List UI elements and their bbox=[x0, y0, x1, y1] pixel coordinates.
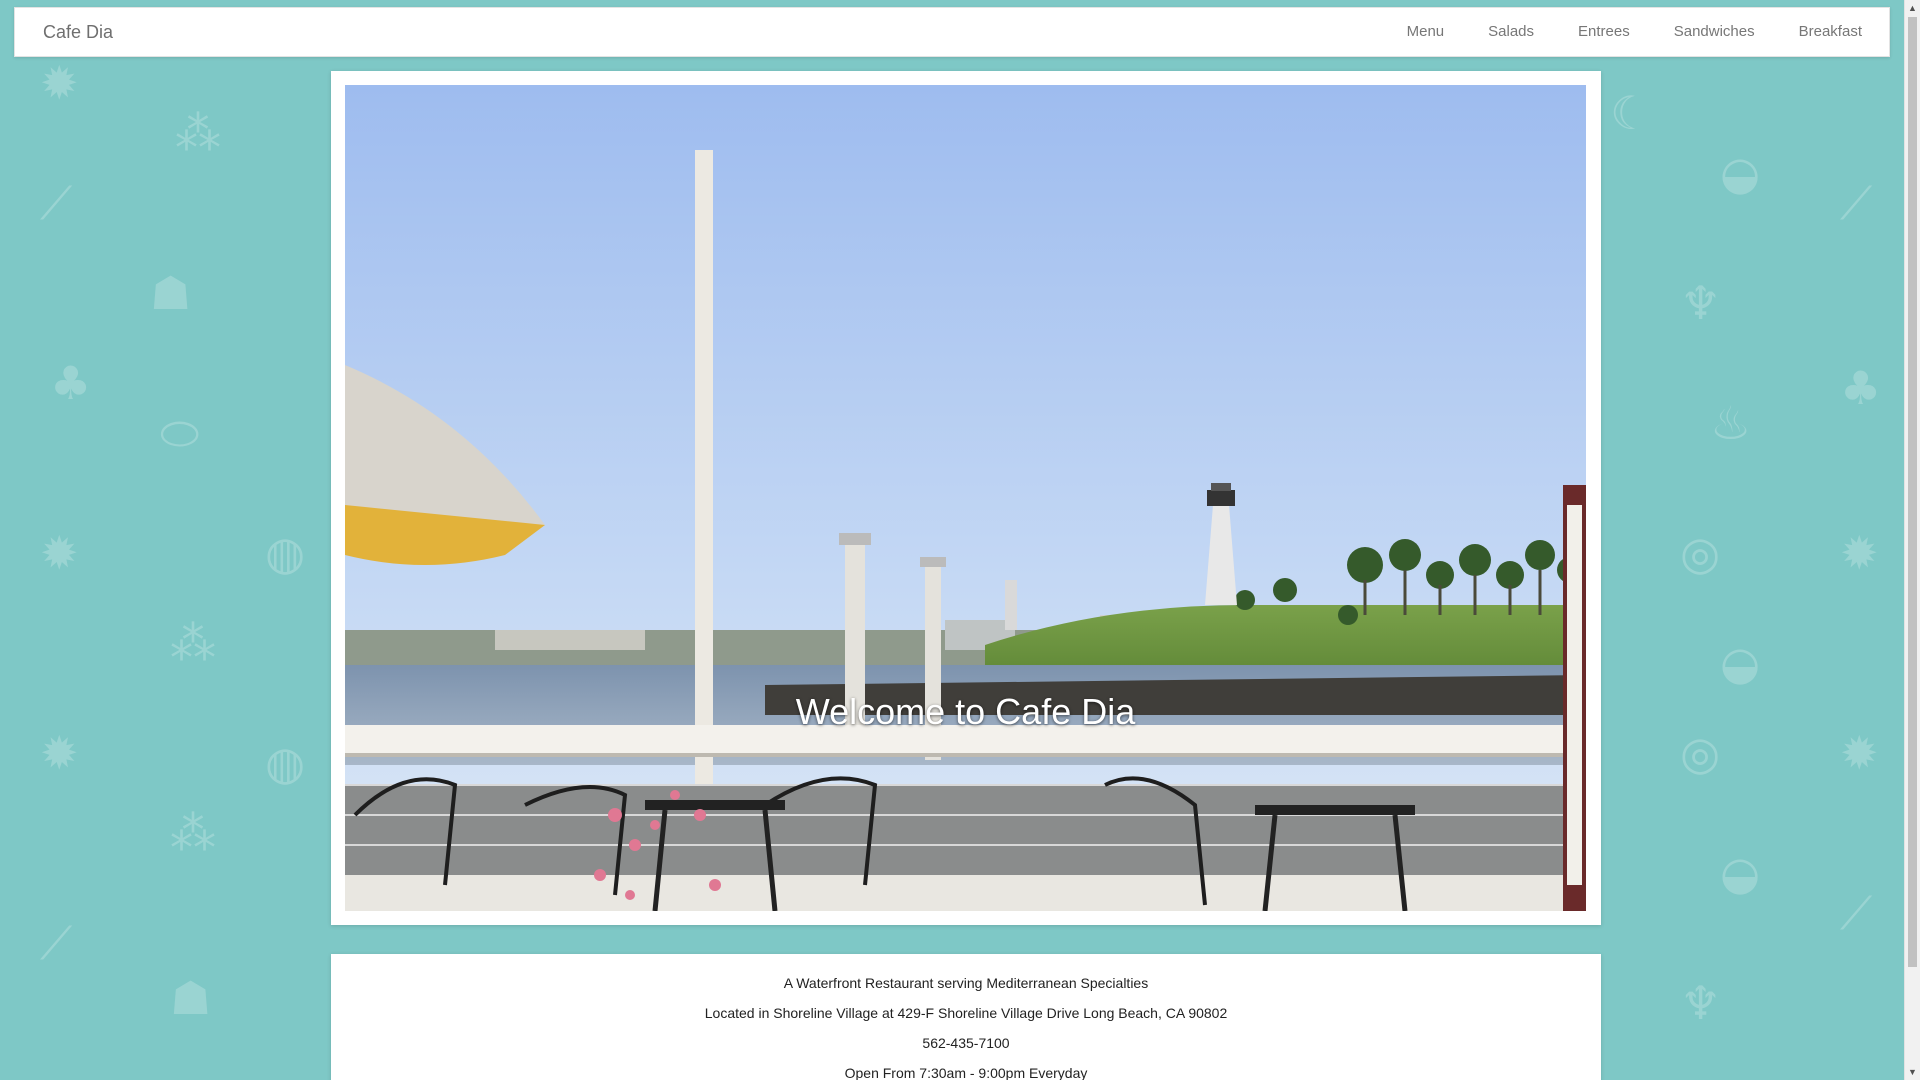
location-text: Located in Shoreline Village at 429-F Sh… bbox=[704, 1005, 1228, 1021]
pineapple-icon: ✹ bbox=[40, 526, 79, 580]
nav-item-menu[interactable]: Menu bbox=[1407, 8, 1445, 56]
grill-icon: ♨ bbox=[1710, 396, 1752, 450]
waterfront-patio-photo bbox=[345, 85, 1586, 911]
grapes-icon: ⁂ bbox=[170, 616, 216, 670]
pineapple-icon: ✹ bbox=[40, 726, 79, 780]
scroll-down-arrow-icon[interactable]: ▼ bbox=[1905, 1064, 1920, 1080]
turkey-icon: ☗ bbox=[150, 266, 192, 320]
turkey-icon: ☗ bbox=[170, 971, 212, 1025]
phone-text: 562-435-7100 bbox=[922, 1035, 1010, 1051]
grapes-icon: ⁂ bbox=[175, 106, 221, 160]
brand-link[interactable]: Cafe Dia bbox=[43, 8, 113, 56]
donut-icon: ◎ bbox=[1680, 726, 1721, 780]
hero-card: Welcome to Cafe Dia bbox=[331, 71, 1601, 925]
banana-icon: ☾ bbox=[1610, 86, 1652, 140]
hero-image: Welcome to Cafe Dia bbox=[345, 85, 1586, 911]
nav-item-salads[interactable]: Salads bbox=[1488, 8, 1534, 56]
wine-glass-icon: ♆ bbox=[1680, 976, 1722, 1030]
grapes-icon: ⁂ bbox=[170, 806, 216, 860]
pineapple-icon: ✹ bbox=[40, 56, 79, 110]
nav-item-entrees[interactable]: Entrees bbox=[1578, 8, 1630, 56]
nav-menu: Menu Salads Entrees Sandwiches Breakfast bbox=[1407, 8, 1889, 56]
scroll-thumb[interactable] bbox=[1908, 17, 1917, 967]
nav-item-sandwiches[interactable]: Sandwiches bbox=[1674, 8, 1755, 56]
carrot-icon: ⟋ bbox=[1840, 886, 1873, 940]
wine-glass-icon: ♆ bbox=[1680, 276, 1722, 330]
donut-icon: ◎ bbox=[1680, 526, 1721, 580]
cherries-icon: ♣ bbox=[50, 356, 92, 410]
carrot-icon: ⟋ bbox=[40, 916, 73, 970]
info-card: A Waterfront Restaurant serving Mediterr… bbox=[331, 954, 1601, 1080]
scroll-up-arrow-icon[interactable]: ▲ bbox=[1905, 0, 1920, 16]
cherries-icon: ♣ bbox=[1840, 361, 1882, 415]
watermelon-icon: ◍ bbox=[265, 736, 306, 790]
carrot-icon: ⟋ bbox=[40, 176, 73, 230]
pineapple-icon: ✹ bbox=[1840, 726, 1879, 780]
watermelon-icon: ◍ bbox=[265, 526, 306, 580]
pineapple-icon: ✹ bbox=[1840, 526, 1879, 580]
carrot-icon: ⟋ bbox=[1840, 176, 1873, 230]
hero-caption: Welcome to Cafe Dia bbox=[795, 691, 1136, 732]
nav-item-breakfast[interactable]: Breakfast bbox=[1799, 8, 1862, 56]
salad-bowl-icon: ◒ bbox=[1720, 846, 1761, 900]
salad-bowl-icon: ◒ bbox=[1720, 636, 1761, 690]
tagline: A Waterfront Restaurant serving Mediterr… bbox=[783, 975, 1149, 991]
bread-icon: ⬭ bbox=[160, 406, 200, 460]
hours-text: Open From 7:30am - 9:00pm Everyday bbox=[844, 1065, 1088, 1080]
salad-bowl-icon: ◒ bbox=[1720, 146, 1761, 200]
top-navbar: Cafe Dia Menu Salads Entrees Sandwiches … bbox=[14, 7, 1890, 57]
page-scrollbar[interactable]: ▲ ▼ bbox=[1904, 0, 1920, 1080]
